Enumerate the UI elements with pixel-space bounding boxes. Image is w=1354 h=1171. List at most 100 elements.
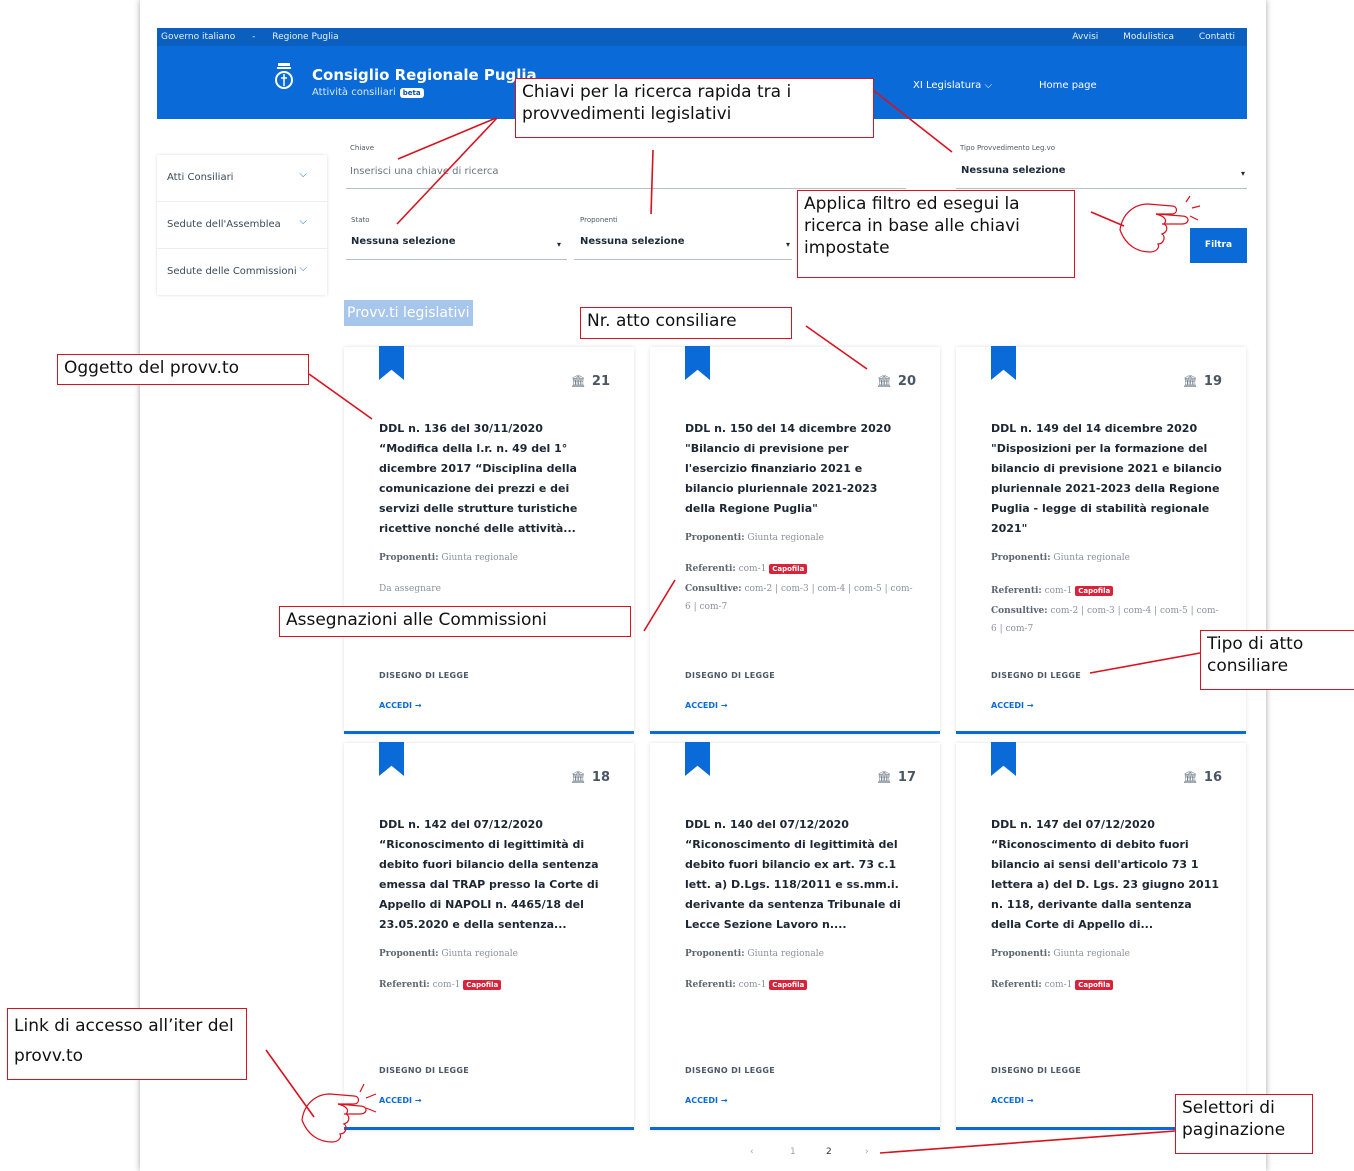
sidebar-item-atti-consiliari[interactable]: Atti Consiliari ⌵ — [157, 155, 327, 202]
stato-select[interactable]: Nessuna selezione ▾ — [346, 231, 567, 260]
legislatura-dropdown[interactable]: XI Legislatura ⌵ — [913, 80, 992, 91]
atto-number-value: 19 — [1203, 374, 1222, 389]
card-title: DDL n. 150 del 14 dicembre 2020 "Bilanci… — [685, 422, 892, 515]
sidebar-item-label: Sedute dell'Assemblea — [167, 219, 281, 230]
chiave-placeholder: Inserisci una chiave di ricerca — [350, 166, 499, 177]
card: 🏛 21 DDL n. 136 del 30/11/2020 “Modifica … — [344, 346, 634, 734]
card-referenti: Referenti: com-1 Capofila — [685, 560, 925, 578]
beta-badge: beta — [399, 88, 424, 98]
card-tipo: DISEGNO DI LEGGE — [685, 671, 776, 680]
annotation-applica-filtro: Applica filtro ed esegui la ricerca in b… — [797, 190, 1075, 278]
atto-number-value: 16 — [1203, 770, 1222, 785]
tipo-select[interactable]: Nessuna selezione ▾ — [956, 160, 1247, 189]
consultive-key: Consultive: — [991, 606, 1048, 616]
referenti-key: Referenti: — [991, 980, 1042, 990]
site-subtitle-text: Attività consiliari — [312, 87, 396, 98]
accedi-link[interactable]: ACCEDI → — [991, 1096, 1034, 1105]
arrow-right-icon: → — [1026, 1096, 1034, 1105]
chiave-label: Chiave — [350, 144, 375, 152]
link-avvisi[interactable]: Avvisi — [1072, 32, 1098, 42]
proponenti-val: Giunta regionale — [747, 949, 824, 959]
card-tipo: DISEGNO DI LEGGE — [685, 1066, 776, 1075]
accedi-label: ACCEDI — [685, 701, 719, 710]
proponenti-key: Proponenti: — [991, 949, 1051, 959]
bookmark-icon — [379, 346, 404, 380]
top-bar: Governo italiano - Regione Puglia Avvisi… — [157, 28, 1247, 46]
accedi-link[interactable]: ACCEDI → — [685, 1096, 728, 1105]
card-proponenti: Proponenti: Giunta regionale — [379, 945, 619, 963]
card-title: DDL n. 140 del 07/12/2020 “Riconosciment… — [685, 818, 901, 931]
institution-icon: 🏛 — [570, 770, 586, 784]
accedi-link[interactable]: ACCEDI → — [379, 701, 422, 710]
caret-down-icon: ▾ — [785, 240, 790, 249]
proponenti-select[interactable]: Nessuna selezione ▾ — [574, 231, 792, 260]
pagination-page-1[interactable]: 1 — [790, 1147, 796, 1157]
chevron-down-icon: ⌵ — [984, 80, 993, 91]
accedi-label: ACCEDI — [991, 701, 1025, 710]
link-contatti[interactable]: Contatti — [1199, 32, 1235, 42]
annotation-assegnazioni: Assegnazioni alle Commissioni — [279, 606, 631, 637]
tipo-label: Tipo Provvedimento Leg.vo — [960, 144, 1056, 152]
arrow-right-icon: → — [414, 1096, 422, 1105]
institution-icon: 🏛 — [1182, 770, 1198, 784]
proponenti-key: Proponenti: — [379, 949, 439, 959]
chevron-down-icon: ⌵ — [299, 169, 307, 180]
atto-number: 🏛 17 — [877, 770, 916, 785]
proponenti-key: Proponenti: — [685, 533, 745, 543]
caret-down-icon: ▾ — [556, 240, 561, 249]
card-title: DDL n. 136 del 30/11/2020 “Modifica dell… — [379, 422, 578, 535]
card-consultive: Consultive: com-2 | com-3 | com-4 | com-… — [991, 602, 1221, 638]
atto-number-value: 18 — [591, 770, 610, 785]
proponenti-key: Proponenti: — [379, 553, 439, 563]
proponenti-key: Proponenti: — [991, 553, 1051, 563]
card-tipo: DISEGNO DI LEGGE — [379, 671, 470, 680]
card-proponenti: Proponenti: Giunta regionale — [379, 549, 619, 567]
sidebar-item-sedute-assemblea[interactable]: Sedute dell'Assemblea ⌵ — [157, 202, 327, 249]
capofila-badge: Capofila — [769, 564, 808, 574]
atto-number: 🏛 16 — [1183, 770, 1222, 785]
site-title[interactable]: Consiglio Regionale Puglia — [312, 66, 537, 84]
card-proponenti: Proponenti: Giunta regionale — [685, 529, 925, 547]
site-subtitle: Attività consiliari beta — [312, 87, 424, 98]
atto-number: 🏛 19 — [1183, 374, 1222, 389]
bookmark-icon — [685, 346, 710, 380]
card-referenti: Referenti: com-1 Capofila — [991, 582, 1231, 600]
institution-icon: 🏛 — [1182, 374, 1198, 388]
card-assegnazione: Da assegnare — [379, 584, 441, 594]
arrow-right-icon: → — [720, 701, 728, 710]
caret-down-icon: ▾ — [1240, 169, 1245, 178]
annotation-oggetto: Oggetto del provv.to — [57, 354, 309, 385]
card-consultive: Consultive: com-2 | com-3 | com-4 | com-… — [685, 580, 915, 616]
institution-icon: 🏛 — [876, 770, 892, 784]
referenti-val: com-1 — [432, 980, 461, 990]
atto-number: 🏛 18 — [571, 770, 610, 785]
pagination-next[interactable]: › — [865, 1147, 869, 1157]
chiave-search-input[interactable]: Inserisci una chiave di ricerca — [346, 160, 906, 189]
link-governo[interactable]: Governo italiano — [161, 32, 235, 42]
sidebar: Atti Consiliari ⌵ Sedute dell'Assemblea … — [157, 155, 327, 295]
annotation-link-accesso: Link di accesso all’iter del provv.to — [7, 1008, 247, 1080]
annotation-tipo-atto: Tipo di atto consiliare — [1200, 630, 1354, 690]
arrow-right-icon: → — [414, 701, 422, 710]
accedi-label: ACCEDI — [991, 1096, 1025, 1105]
sidebar-item-sedute-commissioni[interactable]: Sedute delle Commissioni ⌵ — [157, 249, 327, 295]
link-regione[interactable]: Regione Puglia — [272, 32, 338, 42]
link-modulistica[interactable]: Modulistica — [1123, 32, 1174, 42]
stato-label: Stato — [351, 216, 370, 224]
crest-logo-icon — [275, 63, 293, 89]
accedi-link[interactable]: ACCEDI → — [379, 1096, 422, 1105]
chevron-down-icon: ⌵ — [299, 263, 307, 274]
card-tipo: DISEGNO DI LEGGE — [991, 1066, 1082, 1075]
home-page-link[interactable]: Home page — [1039, 80, 1097, 91]
atto-number: 🏛 21 — [571, 374, 610, 389]
stato-value: Nessuna selezione — [351, 236, 456, 247]
capofila-badge: Capofila — [1075, 980, 1114, 990]
consultive-key: Consultive: — [685, 584, 742, 594]
pagination-prev[interactable]: ‹ — [750, 1147, 754, 1157]
accedi-link[interactable]: ACCEDI → — [991, 701, 1034, 710]
pagination-page-2[interactable]: 2 — [826, 1147, 832, 1157]
institution-icon: 🏛 — [876, 374, 892, 388]
accedi-link[interactable]: ACCEDI → — [685, 701, 728, 710]
bookmark-icon — [991, 346, 1016, 380]
capofila-badge: Capofila — [769, 980, 808, 990]
